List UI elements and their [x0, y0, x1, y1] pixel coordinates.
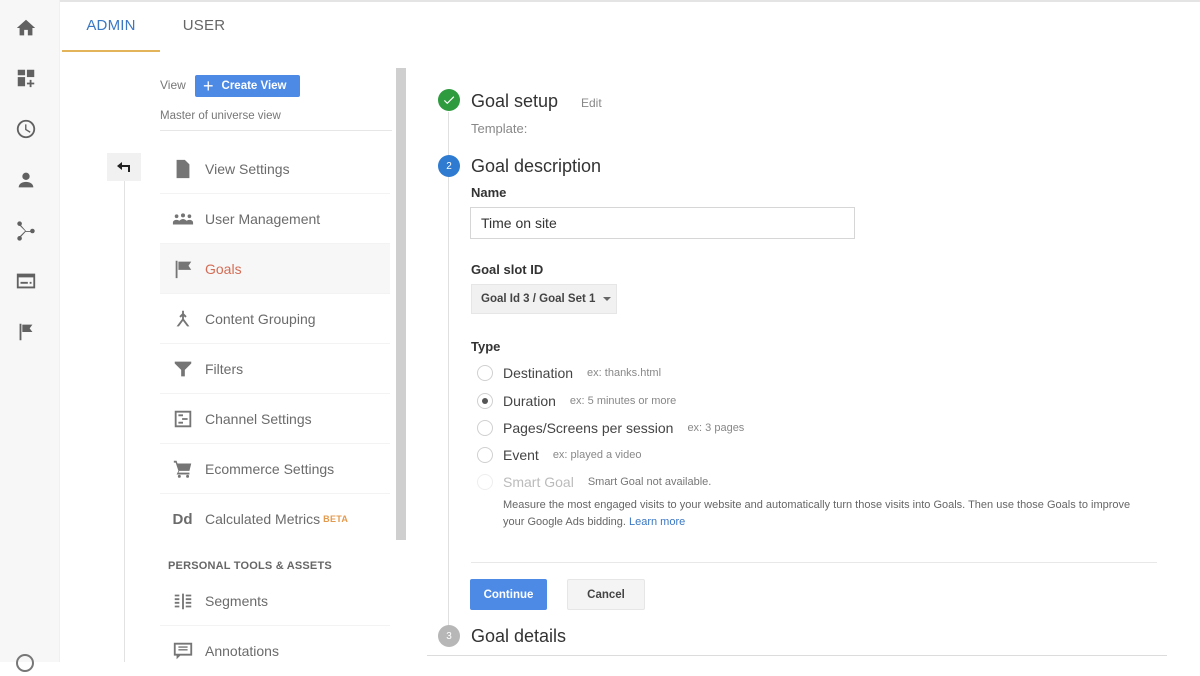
users-icon [172, 212, 193, 224]
search-icon[interactable] [16, 654, 34, 672]
continue-button[interactable]: Continue [470, 579, 547, 610]
option-label: Pages/Screens per session [503, 420, 674, 436]
menu-item-label: Content Grouping [205, 310, 316, 327]
customization-icon[interactable] [14, 66, 38, 90]
goal-name-input[interactable] [470, 207, 855, 239]
option-hint: ex: thanks.html [587, 367, 662, 379]
type-option-duration[interactable]: Duration ex: 5 minutes or more [477, 390, 676, 412]
option-label: Duration [503, 393, 556, 409]
step-title-goal-setup: Goal setup [471, 91, 559, 111]
divider [427, 655, 1167, 656]
document-icon [176, 159, 189, 178]
template-label: Template: [471, 121, 528, 136]
type-option-smart-goal: Smart Goal Smart Goal not available. [477, 471, 711, 493]
smart-goal-description: Measure the most engaged visits to your … [503, 497, 1143, 531]
stepper-line [448, 112, 449, 632]
radio-button[interactable] [477, 420, 493, 436]
type-option-event[interactable]: Event ex: played a video [477, 444, 641, 466]
active-tab-indicator [62, 50, 160, 52]
menu-item-filters[interactable]: Filters [160, 344, 390, 394]
learn-more-link[interactable]: Learn more [629, 516, 685, 528]
radio-button[interactable] [477, 365, 493, 381]
menu-item-channel-settings[interactable]: Channel Settings [160, 394, 390, 444]
cart-icon [173, 460, 191, 478]
beta-badge: BETA [323, 514, 349, 524]
tab-user[interactable]: USER [172, 0, 236, 52]
current-view-selector[interactable]: Master of universe view [160, 110, 281, 122]
behavior-icon[interactable] [14, 269, 38, 293]
create-view-button[interactable]: + Create View [195, 75, 300, 97]
option-hint: Smart Goal not available. [587, 476, 712, 488]
menu-item-annotations[interactable]: Annotations [160, 626, 390, 676]
menu-scrollbar[interactable] [396, 68, 406, 540]
radio-button-checked[interactable] [477, 393, 493, 409]
divider [471, 562, 1157, 563]
menu-item-label: Filters [205, 360, 244, 377]
option-hint: ex: 5 minutes or more [569, 395, 677, 407]
left-nav-rail [0, 0, 60, 672]
filter-icon [174, 361, 191, 376]
tree-connector [124, 181, 125, 662]
chevron-down-icon [603, 297, 612, 301]
goal-slot-dropdown[interactable]: Goal Id 3 / Goal Set 1 [471, 284, 617, 314]
edit-goal-setup-link[interactable]: Edit [581, 96, 602, 110]
option-label: Event [503, 447, 539, 463]
goal-slot-label: Goal slot ID [471, 262, 544, 277]
section-heading-personal-tools: PERSONAL TOOLS & ASSETS [168, 560, 332, 572]
view-label: View [160, 78, 186, 92]
annotations-icon [173, 642, 192, 660]
back-arrow-icon [117, 162, 130, 172]
menu-item-goals[interactable]: Goals [160, 244, 390, 294]
audience-icon[interactable] [14, 168, 38, 192]
name-label: Name [471, 185, 507, 200]
step-number-badge: 3 [438, 625, 460, 647]
menu-item-calculated-metrics[interactable]: Dd Calculated Metrics BETA [160, 494, 390, 544]
create-view-label: Create View [221, 80, 287, 92]
menu-item-label: View Settings [205, 160, 290, 177]
menu-item-label: Annotations [205, 643, 279, 659]
goal-slot-value: Goal Id 3 / Goal Set 1 [481, 293, 596, 305]
type-option-destination[interactable]: Destination ex: thanks.html [477, 362, 661, 384]
back-button[interactable] [107, 153, 141, 181]
step-title-goal-details: Goal details [471, 626, 567, 646]
menu-item-ecommerce-settings[interactable]: Ecommerce Settings [160, 444, 390, 494]
smart-goal-description-text: Measure the most engaged visits to your … [503, 499, 1131, 528]
dd-icon: Dd [172, 510, 193, 528]
checkmark-icon [443, 96, 455, 105]
option-hint: ex: 3 pages [687, 422, 745, 434]
radio-button-disabled [477, 474, 493, 490]
menu-item-view-settings[interactable]: View Settings [160, 144, 390, 194]
step-complete-icon [438, 89, 460, 111]
menu-item-label: Goals [205, 260, 242, 277]
flag-icon [175, 260, 191, 278]
step-number-badge: 2 [438, 155, 460, 177]
acquisition-icon[interactable] [14, 219, 38, 243]
menu-item-content-grouping[interactable]: Content Grouping [160, 294, 390, 344]
segments-icon [174, 593, 191, 609]
step-title-goal-description: Goal description [471, 156, 602, 176]
divider [160, 130, 392, 131]
tab-admin[interactable]: ADMIN [62, 0, 160, 52]
plus-icon: + [203, 76, 214, 96]
menu-item-user-management[interactable]: User Management [160, 194, 390, 244]
menu-item-label: User Management [205, 210, 321, 227]
menu-item-segments[interactable]: Segments [160, 576, 390, 626]
conversions-flag-icon[interactable] [14, 320, 38, 344]
home-icon[interactable] [14, 16, 38, 40]
radio-button[interactable] [477, 447, 493, 463]
type-label: Type [471, 339, 501, 354]
option-label: Destination [503, 365, 574, 381]
cancel-button[interactable]: Cancel [567, 579, 645, 610]
realtime-clock-icon[interactable] [14, 117, 38, 141]
channel-settings-icon [174, 410, 191, 427]
menu-item-label: Ecommerce Settings [205, 460, 335, 477]
content-grouping-icon [176, 310, 189, 326]
type-option-pages-screens[interactable]: Pages/Screens per session ex: 3 pages [477, 417, 744, 439]
menu-item-label: Segments [205, 592, 269, 609]
menu-item-label: Channel Settings [205, 410, 312, 427]
option-hint: ex: played a video [552, 449, 642, 461]
menu-item-label: Calculated Metrics [205, 511, 321, 527]
option-label: Smart Goal [503, 474, 574, 490]
